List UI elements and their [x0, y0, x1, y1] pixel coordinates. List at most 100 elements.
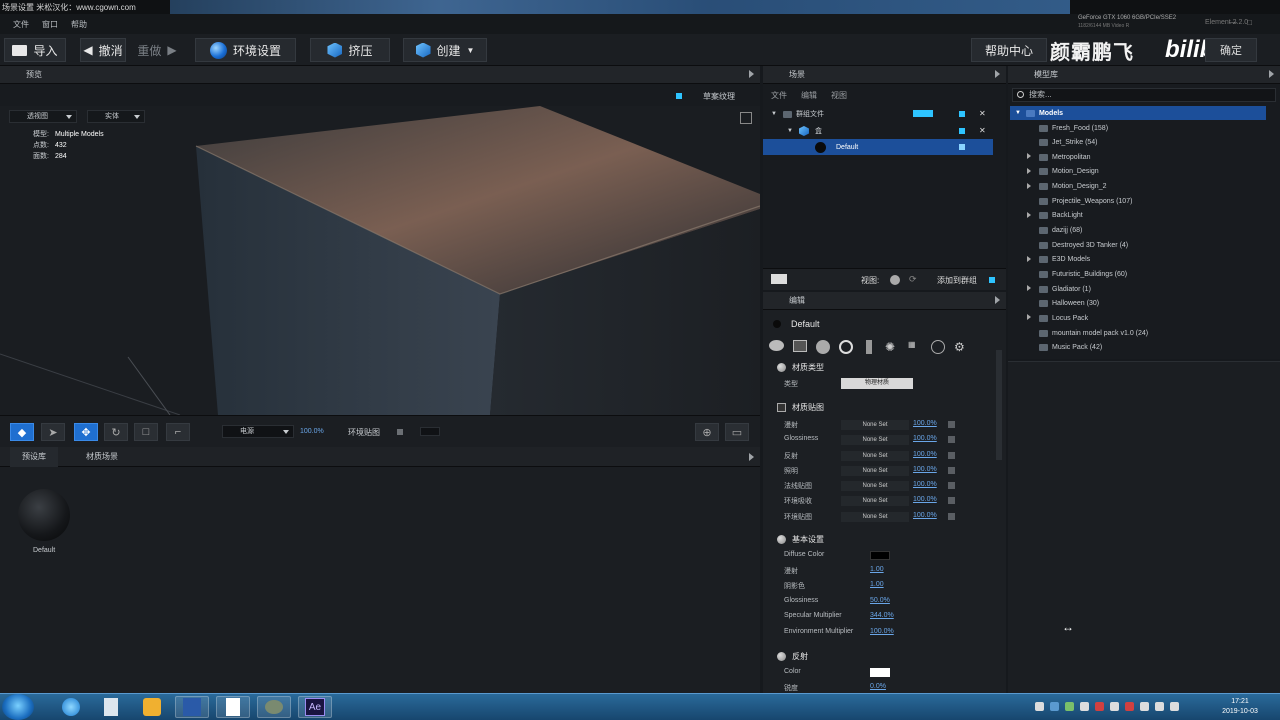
models-root-row[interactable]: ▼ Models [1010, 106, 1266, 120]
diffuse-color-swatch[interactable] [870, 551, 890, 560]
expand-triangle-icon[interactable] [1027, 314, 1035, 322]
light-stand-icon[interactable] [866, 340, 872, 354]
expand-triangle-icon[interactable] [1027, 153, 1035, 161]
collapse-arrow-icon[interactable] [995, 296, 1000, 304]
specular-multiplier-value[interactable]: 344.0% [870, 612, 894, 619]
model-folder-row[interactable]: BackLight [1010, 209, 1266, 223]
map-toggle[interactable] [948, 467, 955, 474]
model-folder-row[interactable]: Locus Pack [1010, 311, 1266, 325]
gear-icon[interactable]: ⚙ [954, 340, 968, 354]
material-type-dropdown[interactable]: 物理材质 [841, 378, 913, 389]
environment-multiplier-value[interactable]: 100.0% [870, 628, 894, 635]
grid-icon[interactable]: ▦ [908, 340, 922, 354]
expand-triangle-icon[interactable] [1027, 167, 1035, 176]
map-toggle[interactable] [948, 513, 955, 520]
tray-icon[interactable] [1065, 702, 1074, 711]
add-to-group-button[interactable]: 添加到群组 [937, 275, 977, 286]
map-toggle[interactable] [948, 421, 955, 428]
model-folder-row[interactable]: E3D Models [1010, 253, 1266, 267]
remove-icon[interactable]: ✕ [979, 126, 986, 135]
lock-toggle[interactable] [959, 111, 965, 117]
model-folder-row[interactable]: Fresh_Food (158) [1010, 121, 1266, 135]
map-slot[interactable]: None Set [841, 420, 909, 430]
scale-icon[interactable]: □ [134, 423, 158, 441]
reflection-color-swatch[interactable] [870, 668, 890, 677]
tray-icon[interactable] [1140, 702, 1149, 711]
store-icon[interactable] [135, 696, 169, 718]
model-folder-row[interactable]: Jet_Strike (54) [1010, 136, 1266, 150]
map-strength[interactable]: 100.0% [913, 420, 937, 427]
tray-icon[interactable] [1080, 702, 1089, 711]
diffuse-value[interactable]: 1.00 [870, 566, 884, 573]
light-dropdown[interactable]: 电源 [222, 425, 294, 438]
model-folder-row[interactable]: Projectile_Weapons (107) [1010, 194, 1266, 208]
redo-button[interactable]: 重做 ▶ [134, 38, 180, 62]
section-material-maps[interactable]: 材质贴图 [777, 402, 824, 413]
collapse-arrow-icon[interactable] [995, 70, 1000, 78]
bulb-icon[interactable]: ✺ [885, 340, 899, 354]
taskbar-clock[interactable]: 17:21 2019-10-03 [1210, 697, 1270, 717]
model-folder-row[interactable]: mountain model pack v1.0 (24) [1010, 326, 1266, 340]
material-icon[interactable] [769, 340, 784, 351]
section-material-type[interactable]: 材质类型 [777, 362, 824, 373]
display-icon[interactable]: ▭ [725, 423, 749, 441]
menu-file[interactable]: 文件 [13, 19, 29, 30]
axis-icon[interactable]: ⌐ [166, 423, 190, 441]
shadow-color-value[interactable]: 1.00 [870, 581, 884, 588]
environment-icon[interactable] [839, 340, 853, 354]
explorer-icon[interactable] [94, 696, 128, 718]
move-icon[interactable]: ✥ [74, 423, 98, 441]
expand-triangle-icon[interactable] [1027, 255, 1035, 264]
tools-icon[interactable] [257, 696, 291, 718]
model-folder-row[interactable]: Halloween (30) [1010, 297, 1266, 311]
visibility-toggle[interactable] [913, 110, 933, 117]
tab-presets[interactable]: 预设库 [10, 447, 58, 467]
map-slot[interactable]: None Set [841, 466, 909, 476]
ae-icon[interactable]: Ae [298, 696, 332, 718]
collapse-arrow-icon[interactable] [749, 453, 754, 461]
texture-icon[interactable] [793, 340, 807, 352]
material-sphere-thumbnail[interactable] [18, 489, 70, 541]
target-icon[interactable]: ⊕ [695, 423, 719, 441]
map-toggle[interactable] [948, 436, 955, 443]
model-folder-row[interactable]: dazijj (68) [1010, 224, 1266, 238]
scene-row-material[interactable]: Default [763, 139, 993, 155]
model-folder-row[interactable]: Music Pack (42) [1010, 341, 1266, 355]
map-strength[interactable]: 100.0% [913, 466, 937, 473]
map-slot[interactable]: None Set [841, 435, 909, 445]
model-folder-row[interactable]: Gladiator (1) [1010, 282, 1266, 296]
create-button[interactable]: 创建 ▼ [403, 38, 487, 62]
confirm-button[interactable]: 确定 [1205, 38, 1257, 62]
map-toggle[interactable] [948, 482, 955, 489]
menu-window[interactable]: 窗口 [42, 19, 58, 30]
expand-triangle-icon[interactable] [1027, 285, 1035, 293]
add-group-checkbox[interactable] [989, 277, 995, 283]
scene-menu-edit[interactable]: 编辑 [801, 90, 817, 101]
zoom-value[interactable]: 100.0% [300, 428, 324, 435]
edit-scrollbar[interactable] [996, 350, 1002, 460]
sphere-icon[interactable] [816, 340, 830, 354]
rotate-icon[interactable]: ↻ [104, 423, 128, 441]
map-toggle[interactable] [948, 452, 955, 459]
tray-icon[interactable] [1095, 702, 1104, 711]
model-folder-row[interactable]: Destroyed 3D Tanker (4) [1010, 238, 1266, 252]
map-slot[interactable]: None Set [841, 496, 909, 506]
select-arrow-icon[interactable]: ➤ [41, 423, 65, 441]
3d-viewport[interactable]: 草案纹理 透视图 实体 模型: Multiple Models 点数: 432 面数… [0, 84, 760, 415]
map-strength[interactable]: 100.0% [913, 435, 937, 442]
map-slot[interactable]: None Set [841, 512, 909, 522]
view-mode-dropdown[interactable]: 透视图 [9, 110, 77, 123]
env-map-slot[interactable] [420, 427, 440, 436]
model-folder-row[interactable]: Motion_Design_2 [1010, 180, 1266, 194]
expand-triangle-icon[interactable] [1027, 211, 1035, 220]
sphere-view-icon[interactable] [890, 275, 900, 285]
section-reflection[interactable]: 反射 [777, 651, 808, 662]
map-slot[interactable]: None Set [841, 451, 909, 461]
expand-triangle-icon[interactable]: ▼ [1015, 110, 1021, 116]
extrude-button[interactable]: 挤压 [310, 38, 390, 62]
tray-icon[interactable] [1050, 702, 1059, 711]
fullscreen-icon[interactable] [740, 112, 752, 124]
map-slot[interactable]: None Set [841, 481, 909, 491]
remove-icon[interactable]: ✕ [979, 109, 986, 118]
scene-menu-view[interactable]: 视图 [831, 90, 847, 101]
